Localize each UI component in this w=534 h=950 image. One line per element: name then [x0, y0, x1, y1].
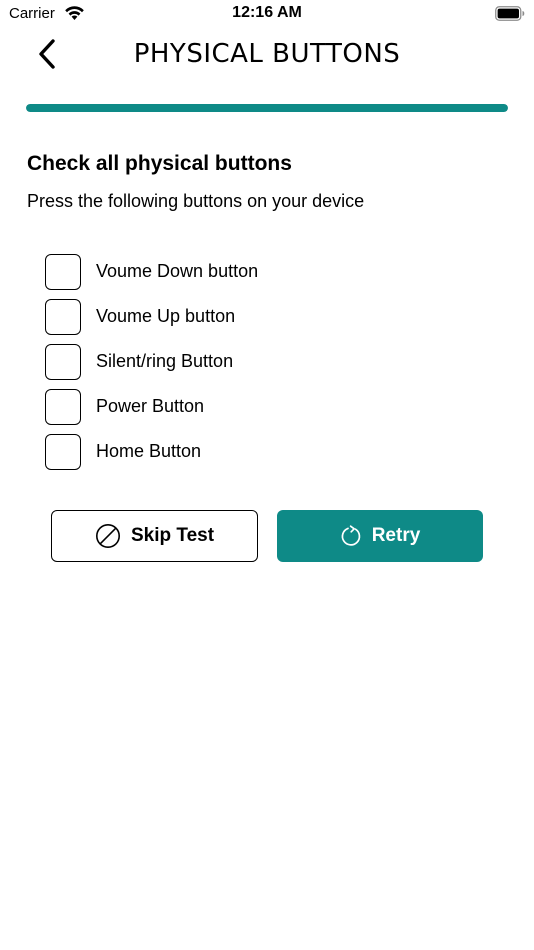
checklist-item-label: Silent/ring Button: [96, 351, 234, 371]
retry-label: Retry: [371, 525, 421, 546]
section-subtitle: Press the following buttons on your devi…: [27, 191, 365, 211]
prohibited-icon: [95, 523, 121, 549]
checklist-item-volume-down[interactable]: Voume Down button: [45, 252, 485, 291]
checkbox[interactable]: [45, 298, 81, 335]
progress-fill: [26, 104, 508, 112]
checkbox[interactable]: [45, 388, 81, 425]
checklist-item-home[interactable]: Home Button: [45, 432, 485, 471]
checklist-item-label: Home Button: [96, 441, 202, 461]
section-title: Check all physical buttons: [27, 152, 292, 175]
retry-button[interactable]: Retry: [277, 510, 483, 562]
checklist-item-label: Power Button: [96, 396, 205, 416]
checkbox[interactable]: [45, 433, 81, 470]
button-checklist: Voume Down button Voume Up button Silent…: [45, 252, 485, 477]
skip-test-button[interactable]: Skip Test: [51, 510, 258, 562]
status-bar: Carrier 12:16 AM: [0, 0, 534, 28]
progress-bar: [26, 104, 508, 112]
checklist-item-power[interactable]: Power Button: [45, 387, 485, 426]
refresh-icon: [340, 525, 362, 547]
status-time: 12:16 AM: [232, 4, 302, 21]
checklist-item-label: Voume Up button: [96, 306, 236, 326]
checklist-item-label: Voume Down button: [96, 261, 259, 281]
checkbox[interactable]: [45, 343, 81, 380]
checkbox[interactable]: [45, 253, 81, 290]
skip-test-label: Skip Test: [130, 525, 215, 546]
checklist-item-silent-ring[interactable]: Silent/ring Button: [45, 342, 485, 381]
checklist-item-volume-up[interactable]: Voume Up button: [45, 297, 485, 336]
page-title: PHYSICAL BUTTONS: [133, 39, 401, 69]
battery-icon: [495, 6, 525, 21]
